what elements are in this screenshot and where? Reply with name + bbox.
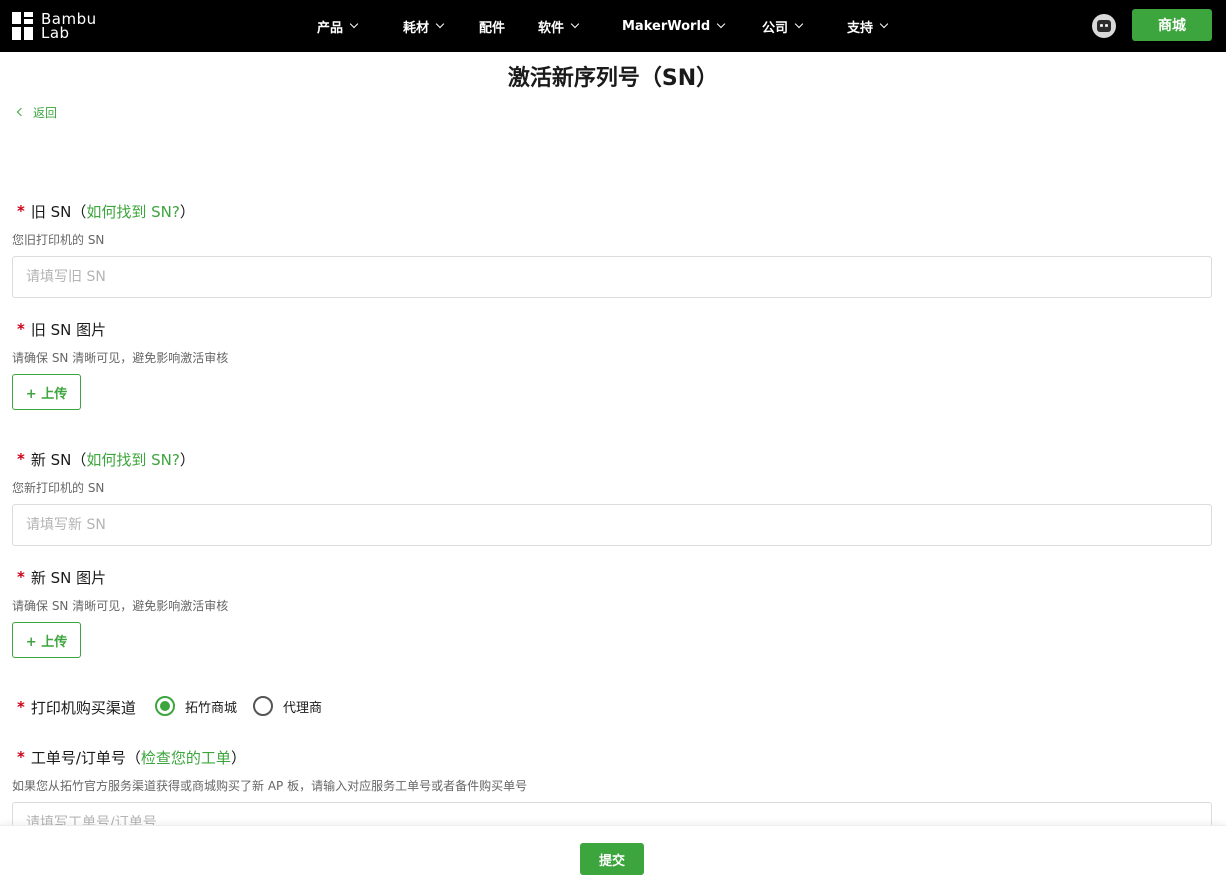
submit-bar: 提交 — [0, 825, 1226, 881]
top-nav: Bambu Lab 产品 耗材 配件 软件 MakerWorld 公司 支持 商… — [0, 0, 1226, 52]
radio-reseller-label[interactable]: 代理商 — [283, 697, 322, 716]
chevron-down-icon — [716, 19, 726, 29]
old-sn-image-label-text: 旧 SN 图片 — [30, 320, 107, 339]
chevron-down-icon — [435, 19, 445, 29]
required-marker: * — [17, 202, 25, 220]
radio-reseller[interactable] — [253, 696, 274, 716]
order-hint: 如果您从拓竹官方服务渠道获得或商城购买了新 AP 板，请输入对应服务工单号或者备… — [12, 779, 528, 793]
old-sn-label-end: ） — [179, 202, 195, 221]
nav-item-software[interactable]: 软件 — [538, 0, 580, 52]
radio-bambu-store[interactable] — [155, 696, 175, 716]
new-sn-label: * 新 SN（ 如何找到 SN? ） — [17, 448, 195, 470]
nav-item-makerworld[interactable]: MakerWorld — [622, 0, 726, 52]
chevron-down-icon — [349, 19, 359, 29]
radio-bambu-store-label[interactable]: 拓竹商城 — [185, 697, 237, 716]
back-link[interactable]: 返回 — [16, 103, 58, 121]
user-avatar-icon[interactable] — [1092, 14, 1116, 38]
old-sn-hint: 您旧打印机的 SN — [12, 233, 105, 247]
new-sn-label-end: ） — [179, 450, 195, 469]
nav-item-label: MakerWorld — [622, 18, 711, 34]
main-menu: 产品 耗材 配件 软件 MakerWorld 公司 支持 — [0, 0, 1226, 52]
old-sn-input[interactable] — [12, 256, 1212, 298]
nav-item-filament[interactable]: 耗材 — [403, 0, 445, 52]
required-marker: * — [17, 698, 25, 716]
nav-item-accessories[interactable]: 配件 — [479, 0, 505, 52]
submit-button[interactable]: 提交 — [580, 843, 644, 875]
required-marker: * — [17, 320, 25, 338]
chevron-down-icon — [794, 19, 804, 29]
channel-radio-group: 拓竹商城 代理商 — [155, 696, 322, 716]
back-label: 返回 — [33, 105, 58, 120]
nav-item-label: 支持 — [847, 20, 874, 36]
old-sn-label-text: 旧 SN（ — [30, 202, 87, 221]
required-marker: * — [17, 568, 25, 586]
new-sn-input[interactable] — [12, 504, 1212, 546]
channel-label: * 打印机购买渠道 — [17, 696, 136, 718]
nav-item-products[interactable]: 产品 — [317, 0, 359, 52]
new-sn-image-label: * 新 SN 图片 — [17, 566, 106, 588]
order-label: * 工单号/订单号（ 检查您的工单 ） — [17, 746, 246, 768]
page-title: 激活新序列号（SN） — [507, 66, 719, 91]
find-sn-link[interactable]: 如何找到 SN? — [86, 449, 179, 470]
old-sn-upload-button[interactable]: + 上传 — [12, 374, 81, 410]
new-sn-image-hint: 请确保 SN 清晰可见，避免影响激活审核 — [12, 599, 229, 613]
new-sn-hint: 您新打印机的 SN — [12, 481, 105, 495]
chevron-left-icon — [16, 107, 26, 117]
required-marker: * — [17, 450, 25, 468]
nav-item-label: 耗材 — [403, 20, 430, 36]
old-sn-label: * 旧 SN（ 如何找到 SN? ） — [17, 200, 195, 222]
nav-item-label: 配件 — [479, 20, 506, 36]
find-sn-link[interactable]: 如何找到 SN? — [86, 201, 179, 222]
new-sn-label-text: 新 SN（ — [30, 450, 87, 469]
order-label-text: 工单号/订单号（ — [30, 748, 141, 767]
nav-item-label: 软件 — [538, 20, 565, 36]
old-sn-image-label: * 旧 SN 图片 — [17, 318, 106, 340]
nav-item-company[interactable]: 公司 — [762, 0, 804, 52]
nav-item-label: 公司 — [762, 20, 789, 36]
check-ticket-link[interactable]: 检查您的工单 — [141, 747, 231, 768]
channel-label-text: 打印机购买渠道 — [30, 698, 136, 717]
nav-item-support[interactable]: 支持 — [847, 0, 889, 52]
required-marker: * — [17, 748, 25, 766]
chevron-down-icon — [570, 19, 580, 29]
order-label-end: ） — [230, 748, 246, 767]
new-sn-image-label-text: 新 SN 图片 — [30, 568, 107, 587]
old-sn-image-hint: 请确保 SN 清晰可见，避免影响激活审核 — [12, 351, 229, 365]
shop-button[interactable]: 商城 — [1132, 9, 1212, 41]
chevron-down-icon — [879, 19, 889, 29]
nav-item-label: 产品 — [317, 20, 344, 36]
new-sn-upload-button[interactable]: + 上传 — [12, 622, 81, 658]
